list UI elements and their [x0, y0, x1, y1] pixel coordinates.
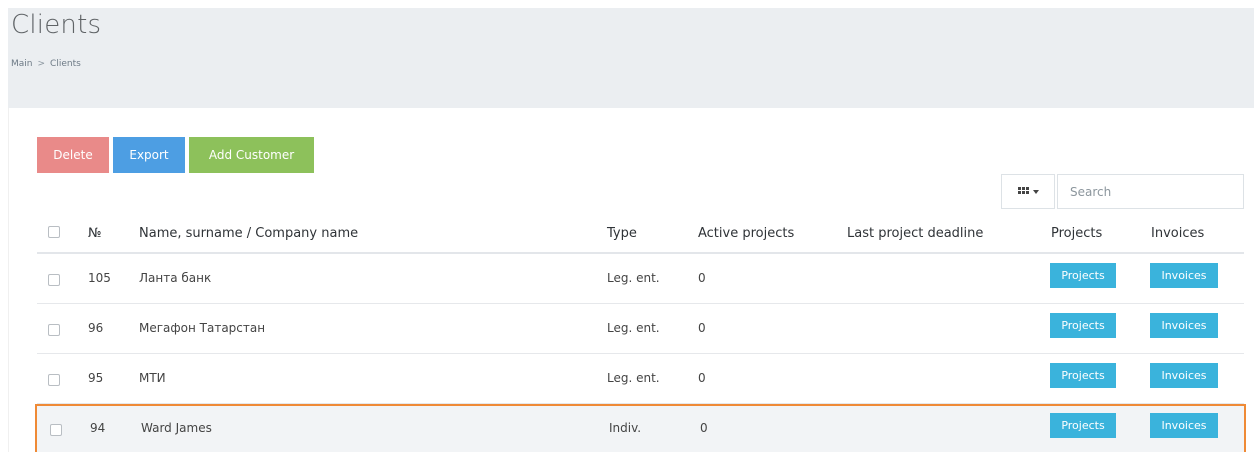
- header-active-projects[interactable]: Active projects: [698, 226, 794, 241]
- projects-button[interactable]: Projects: [1050, 263, 1116, 288]
- row-number: 105: [88, 271, 111, 285]
- row-type: Leg. ent.: [607, 371, 660, 385]
- table-row[interactable]: 105 Ланта банк Leg. ent. 0 Projects Invo…: [37, 254, 1244, 304]
- projects-button[interactable]: Projects: [1050, 313, 1116, 338]
- row-client-name[interactable]: Ланта банк: [139, 271, 211, 285]
- breadcrumb-separator: >: [37, 59, 46, 69]
- row-checkbox[interactable]: [48, 324, 60, 336]
- projects-button[interactable]: Projects: [1050, 413, 1116, 438]
- header-last-deadline[interactable]: Last project deadline: [847, 226, 983, 241]
- row-checkbox[interactable]: [50, 424, 62, 436]
- select-all-checkbox[interactable]: [48, 226, 60, 238]
- row-checkbox[interactable]: [48, 274, 60, 286]
- add-customer-button[interactable]: Add Customer: [189, 137, 314, 173]
- delete-button[interactable]: Delete: [37, 137, 109, 173]
- row-checkbox[interactable]: [48, 374, 60, 386]
- header-projects: Projects: [1051, 226, 1103, 241]
- row-active-projects: 0: [698, 321, 706, 335]
- table-header: № Name, surname / Company name Type Acti…: [37, 212, 1244, 254]
- row-client-name[interactable]: Ward James: [141, 421, 212, 435]
- row-number: 96: [88, 321, 104, 335]
- breadcrumb-current: Clients: [50, 59, 81, 69]
- row-active-projects: 0: [698, 271, 706, 285]
- row-number: 95: [88, 371, 104, 385]
- header-name[interactable]: Name, surname / Company name: [139, 226, 358, 241]
- projects-button[interactable]: Projects: [1050, 363, 1116, 388]
- export-button[interactable]: Export: [113, 137, 185, 173]
- search-input[interactable]: [1057, 174, 1244, 209]
- table-row-highlighted[interactable]: 94 Ward James Indiv. 0 Projects Invoices: [35, 404, 1246, 452]
- table-row[interactable]: 96 Мегафон Татарстан Leg. ent. 0 Project…: [37, 304, 1244, 354]
- table-row[interactable]: 95 МТИ Leg. ent. 0 Projects Invoices: [37, 354, 1244, 404]
- invoices-button[interactable]: Invoices: [1150, 313, 1218, 338]
- header-type[interactable]: Type: [607, 226, 637, 241]
- grid-icon: [1017, 187, 1030, 196]
- invoices-button[interactable]: Invoices: [1150, 413, 1218, 438]
- row-type: Indiv.: [609, 421, 642, 435]
- row-type: Leg. ent.: [607, 321, 660, 335]
- row-client-name[interactable]: Мегафон Татарстан: [139, 321, 265, 335]
- row-type: Leg. ent.: [607, 271, 660, 285]
- breadcrumb: Main > Clients: [11, 59, 81, 69]
- columns-toggle-button[interactable]: [1001, 174, 1055, 209]
- row-number: 94: [90, 421, 106, 435]
- row-client-name[interactable]: МТИ: [139, 371, 166, 385]
- chevron-down-icon: [1032, 189, 1039, 194]
- row-active-projects: 0: [700, 421, 708, 435]
- invoices-button[interactable]: Invoices: [1150, 263, 1218, 288]
- header-number[interactable]: №: [88, 226, 102, 241]
- invoices-button[interactable]: Invoices: [1150, 363, 1218, 388]
- breadcrumb-main-link[interactable]: Main: [11, 59, 33, 69]
- page-title: Clients: [11, 10, 102, 40]
- clients-table: № Name, surname / Company name Type Acti…: [35, 212, 1246, 452]
- row-active-projects: 0: [698, 371, 706, 385]
- page-header: Clients Main > Clients: [8, 8, 1254, 108]
- header-invoices: Invoices: [1151, 226, 1205, 241]
